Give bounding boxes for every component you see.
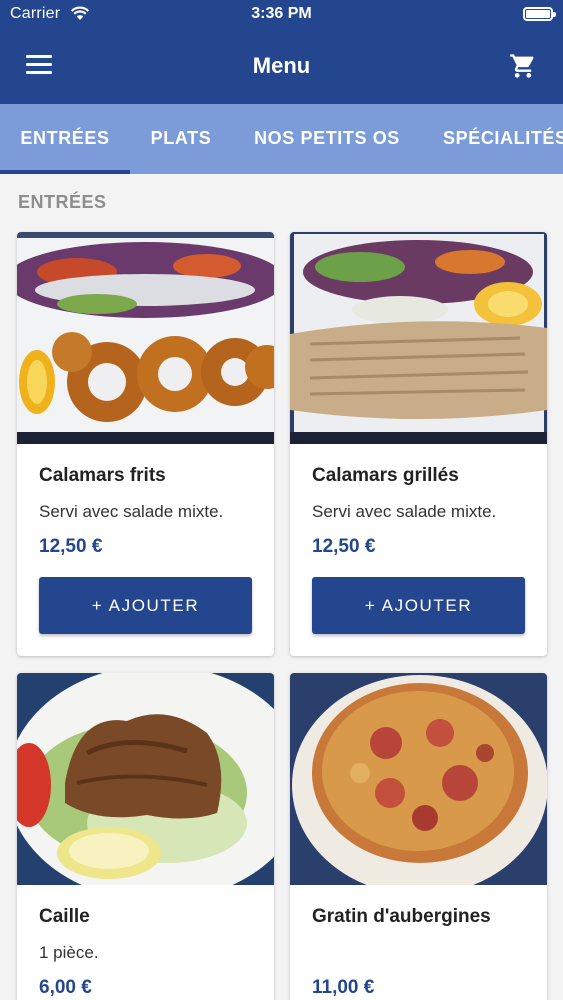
- item-description: Servi avec salade mixte.: [39, 502, 224, 521]
- menu-item-card[interactable]: Calamars frits Servi avec salade mixte. …: [17, 232, 274, 656]
- item-photo: [290, 232, 547, 444]
- page-title: Menu: [252, 53, 311, 78]
- menu-item-card[interactable]: Gratin d'aubergines 11,00 €: [290, 673, 547, 1000]
- item-name: Caille: [39, 906, 90, 927]
- menu-item-card[interactable]: Caille 1 pièce. 6,00 €: [17, 673, 274, 1000]
- menu-item-card[interactable]: Calamars grillés Servi avec salade mixte…: [290, 232, 547, 656]
- status-bar: Carrier 3:36 PM: [0, 0, 563, 30]
- category-tabs: ENTRÉES PLATS NOS PETITS OS SPÉCIALITÉS: [0, 104, 563, 174]
- app-header: Carrier 3:36 PM Menu: [0, 0, 563, 104]
- item-price: 12,50 €: [312, 536, 376, 557]
- section-title: ENTRÉES: [18, 192, 107, 212]
- item-name: Calamars frits: [39, 465, 166, 486]
- status-time: 3:36 PM: [251, 5, 312, 22]
- app-screen: Carrier 3:36 PM Menu ENTRÉES PLATS NOS P…: [0, 0, 563, 1000]
- tab-entrees[interactable]: ENTRÉES: [0, 104, 130, 174]
- item-photo: [17, 673, 274, 885]
- item-price: 12,50 €: [39, 536, 103, 557]
- item-description: 1 pièce.: [39, 943, 99, 962]
- tab-specialites[interactable]: SPÉCIALITÉS: [422, 104, 563, 174]
- item-photo: [290, 673, 547, 885]
- item-photo: [17, 232, 274, 444]
- active-tab-indicator: [0, 170, 130, 174]
- add-to-cart-button[interactable]: + AJOUTER: [39, 577, 252, 634]
- item-description: Servi avec salade mixte.: [312, 502, 497, 521]
- cart-icon[interactable]: [509, 52, 537, 80]
- battery-icon: [523, 7, 556, 21]
- tab-plats[interactable]: PLATS: [130, 104, 232, 174]
- item-name: Gratin d'aubergines: [312, 906, 491, 927]
- item-price: 11,00 €: [312, 977, 375, 998]
- tab-nos-petits-os[interactable]: NOS PETITS OS: [232, 104, 422, 174]
- item-price: 6,00 €: [39, 977, 92, 998]
- item-name: Calamars grillés: [312, 465, 459, 486]
- add-to-cart-button[interactable]: + AJOUTER: [312, 577, 525, 634]
